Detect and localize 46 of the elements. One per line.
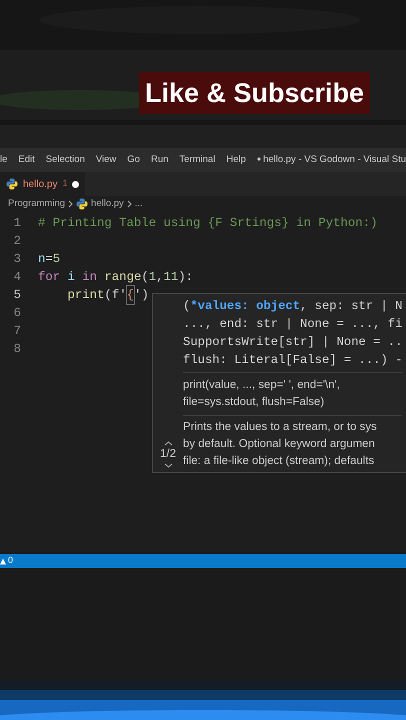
- signature-line: SupportsWrite[str] | None = ..: [183, 334, 402, 351]
- usage-line: print(value, ..., sep=' ', end='\n',: [183, 378, 341, 393]
- window-title: hello.py - VS Godown - Visual Stu: [263, 152, 406, 167]
- line-number: 7: [12, 322, 22, 340]
- line-number: 4: [12, 268, 22, 286]
- menu-item[interactable]: Terminal: [179, 152, 216, 168]
- breadcrumb-item[interactable]: Programming: [8, 196, 66, 212]
- python-icon: [6, 178, 18, 190]
- line-number: 1: [12, 214, 22, 232]
- breadcrumb-item[interactable]: hello.py: [91, 196, 124, 212]
- line-number: 6: [12, 304, 22, 322]
- chevron-down-icon[interactable]: [164, 463, 172, 468]
- signature-line: (*values: object, sep: str | N: [183, 298, 402, 315]
- description-line: by default. Optional keyword argumen: [183, 437, 376, 452]
- breadcrumb-item[interactable]: ...: [134, 196, 143, 212]
- editor-tab[interactable]: hello.py 1: [0, 172, 86, 196]
- code-line: # Printing Table using {F Srtings} in Python:): [38, 214, 378, 232]
- code-line: for i in range(1,11):: [38, 268, 194, 286]
- menu-item[interactable]: Selection: [46, 152, 85, 168]
- chevron-icon: [68, 200, 74, 208]
- line-number: 5: [12, 286, 22, 304]
- usage-line: file=sys.stdout, flush=False): [183, 395, 326, 410]
- signature-line: ..., end: str | None = ..., fi: [183, 316, 402, 333]
- chevron-icon: [126, 200, 132, 208]
- overload-counter: 1/2: [160, 446, 176, 462]
- menu-item[interactable]: Help: [226, 152, 246, 168]
- menu-item[interactable]: Edit: [18, 152, 35, 168]
- warning-count: 0: [8, 554, 14, 568]
- problem-count: 1: [62, 177, 68, 190]
- warning-icon: [0, 558, 6, 564]
- menu-item[interactable]: Run: [150, 152, 168, 168]
- python-icon: [76, 198, 88, 210]
- subscribe-banner: Like & Subscribe: [139, 72, 370, 114]
- line-number: 3: [12, 250, 22, 268]
- chevron-up-icon[interactable]: [164, 440, 172, 446]
- menu-item[interactable]: View: [96, 152, 116, 168]
- line-number: 8: [12, 340, 22, 358]
- menu-item[interactable]: le: [0, 152, 8, 168]
- tab-label: hello.py: [23, 178, 58, 192]
- description-line: file: a file-like object (stream); defaults: [183, 454, 376, 469]
- line-number: 2: [12, 232, 22, 250]
- code-line: print(f'{'): [38, 286, 149, 304]
- code-line: n=5: [38, 250, 60, 268]
- menu-item[interactable]: Go: [127, 152, 140, 168]
- description-line: Prints the values to a stream, or to sys: [183, 420, 378, 435]
- signature-line: flush: Literal[False] = ...) -: [183, 352, 402, 369]
